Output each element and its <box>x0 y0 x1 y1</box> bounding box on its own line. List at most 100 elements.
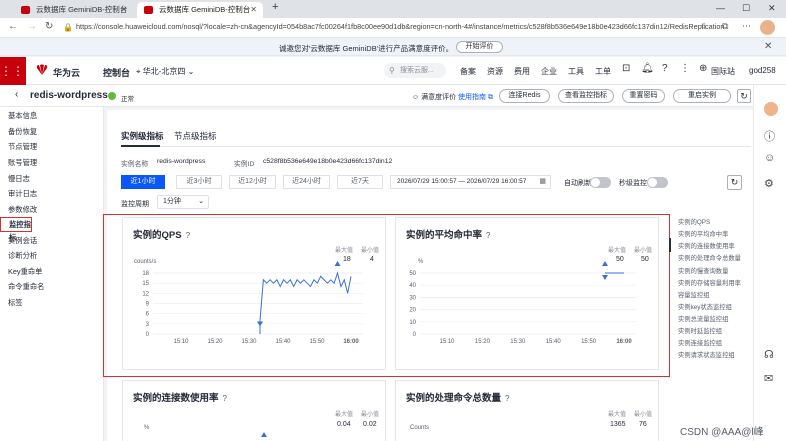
refresh-metrics-icon[interactable]: ↻ <box>727 175 742 190</box>
cloud-shell-icon[interactable]: ⊡ <box>622 63 630 74</box>
sidebar-item-diagnosis[interactable]: 诊断分析 <box>8 251 37 261</box>
sidebar-item-tags[interactable]: 标签 <box>8 298 23 308</box>
help-icon[interactable]: ? <box>223 394 227 403</box>
view-metrics-button[interactable]: 查看监控指标 <box>558 89 614 103</box>
auto-refresh-toggle[interactable] <box>590 177 611 188</box>
favorites-icon[interactable]: ☆ <box>700 21 708 32</box>
tab-node-metrics[interactable]: 节点级指标 <box>174 130 217 142</box>
console-link[interactable]: 控制台 <box>103 66 130 79</box>
instance-name-label: 实例名称 <box>121 161 149 168</box>
sidebar-item-monitoring[interactable]: 监控指标 <box>0 217 32 242</box>
range-7d-button[interactable]: 近7天 <box>337 175 383 189</box>
x-tick-label: 16:00 <box>343 339 359 345</box>
range-3h-button[interactable]: 近3小时 <box>176 175 222 189</box>
metric-nav-item[interactable]: 实例的平均命中率 <box>678 229 728 238</box>
region-selector[interactable]: ⌖ 华北-北京四 ⌄ <box>136 66 194 77</box>
sidebar-item-command-rename[interactable]: 命令重命名 <box>8 282 44 292</box>
range-24h-button[interactable]: 近24小时 <box>283 175 330 189</box>
search-input[interactable]: ⚲ 搜索云服... <box>384 63 446 78</box>
x-tick-label: 15:30 <box>241 339 257 345</box>
close-window-icon[interactable]: ✕ <box>768 3 776 14</box>
url-field[interactable]: https://console.huaweicloud.com/nosql/?l… <box>76 22 724 31</box>
date-range-picker[interactable]: 2026/07/29 15:00:57 — 2026/07/29 16:00:5… <box>390 175 551 189</box>
help-icon[interactable]: ? <box>662 63 668 74</box>
maximize-icon[interactable]: ☐ <box>742 3 750 14</box>
minimize-icon[interactable]: — <box>716 3 725 13</box>
menu-filing[interactable]: 备案 <box>460 66 476 77</box>
notice-text: 诚邀您对'云数据库 GeminiDB'进行产品满意度评价。 <box>279 44 454 53</box>
metric-nav-item[interactable]: 容量监控组 <box>678 290 709 299</box>
calendar-icon: ▦ <box>539 178 546 185</box>
restart-instance-button[interactable]: 重启实例 <box>673 89 731 103</box>
menu-tickets[interactable]: 工单 <box>595 66 611 77</box>
connect-redis-button[interactable]: 连接Redis <box>499 89 550 103</box>
sidebar-item-backup[interactable]: 备份恢复 <box>8 127 37 137</box>
menu-resources[interactable]: 资源 <box>487 66 503 77</box>
metric-nav-item[interactable]: 实例的连接数使用率 <box>678 241 735 250</box>
sidebar-item-nodes[interactable]: 节点管理 <box>8 142 37 152</box>
user-guide-link[interactable]: 使用指南 ⧉ <box>458 92 493 102</box>
metric-nav-item[interactable]: 实例的QPS <box>678 217 710 226</box>
more-menu-icon[interactable]: ⋮ <box>680 63 690 74</box>
back-arrow-icon[interactable]: ← <box>8 21 18 32</box>
menu-billing[interactable]: 费用 <box>514 66 530 77</box>
reload-icon[interactable]: ↻ <box>45 21 53 32</box>
metric-nav-item[interactable]: 实例key状态监控组 <box>678 302 732 311</box>
start-survey-button[interactable]: 开始评价 <box>456 41 503 53</box>
browser-tab[interactable]: 云数据库 GeminiDB-控制台 ✕ <box>14 2 133 18</box>
metric-nav-item[interactable]: 实例总流量监控组 <box>678 314 728 323</box>
service-grid-icon[interactable]: ⋮⋮⋮ <box>0 57 36 85</box>
x-tick-label: 15:20 <box>207 339 223 345</box>
period-select[interactable]: 1分钟 ⌄ <box>157 195 209 209</box>
profile-avatar[interactable] <box>760 20 775 35</box>
refresh-icon[interactable]: ↻ <box>737 89 751 103</box>
sidebar-item-accounts[interactable]: 账号管理 <box>8 158 37 168</box>
close-tab-icon[interactable]: ✕ <box>121 2 128 18</box>
headset-icon[interactable]: ☊ <box>764 348 774 361</box>
metric-nav-item[interactable]: 实例的处理命令总数量 <box>678 253 741 262</box>
sidebar-item-params[interactable]: 参数修改 <box>8 205 37 215</box>
metric-nav-item[interactable]: 实例的存储容量利用率 <box>678 278 741 287</box>
menu-tools[interactable]: 工具 <box>568 66 584 77</box>
sidebar-item-basic-info[interactable]: 基本信息 <box>8 111 37 121</box>
more-icon[interactable]: ⋯ <box>742 21 751 32</box>
metric-nav-item[interactable]: 实例连接监控组 <box>678 338 722 347</box>
y-tick-label: 0 <box>146 332 150 338</box>
browser-tab-active[interactable]: 云数据库 GeminiDB-控制台 ✕ <box>137 2 263 18</box>
username[interactable]: god258 <box>749 66 776 75</box>
menu-enterprise[interactable]: 企业 <box>541 66 557 77</box>
chat-icon[interactable]: ✉ <box>764 372 773 385</box>
metric-nav-item[interactable]: 实例的慢查询数量 <box>678 266 728 275</box>
sidebar-item-audit-log[interactable]: 审计日志 <box>8 189 37 199</box>
feedback-smile-icon[interactable]: ☺ <box>764 152 775 164</box>
range-12h-button[interactable]: 近12小时 <box>229 175 276 189</box>
help-circle-icon[interactable]: ⓘ <box>764 128 775 144</box>
range-1h-button[interactable]: 近1小时 <box>121 175 165 189</box>
forward-arrow-icon[interactable]: → <box>27 21 37 32</box>
globe-icon[interactable]: ⊕ <box>699 63 707 74</box>
language-link[interactable]: 国际站 <box>711 66 735 77</box>
second-monitor-toggle[interactable] <box>647 177 668 188</box>
tab-instance-metrics[interactable]: 实例级指标 <box>121 130 164 142</box>
notification-bell-icon[interactable]: 🔔︎ <box>641 63 654 74</box>
close-tab-icon[interactable]: ✕ <box>250 2 257 18</box>
metric-nav-item[interactable]: 实例时延监控组 <box>678 326 722 335</box>
sidebar-item-slow-log[interactable]: 慢日志 <box>8 174 30 184</box>
second-monitor-label: 秒级监控 <box>619 180 647 187</box>
settings-gear-icon[interactable]: ⚙ <box>764 177 774 190</box>
auto-refresh-label: 自动刷新 <box>564 180 592 187</box>
min-label: 最小值 <box>361 412 380 418</box>
collections-icon[interactable]: ⧉ <box>722 21 728 32</box>
sidebar-item-key-rename[interactable]: Key重命单 <box>8 267 42 277</box>
new-tab-button[interactable]: + <box>272 1 278 13</box>
metric-nav-item[interactable]: 实例请求状态监控组 <box>678 350 735 359</box>
survey-link[interactable]: ☺ 满意度评价 <box>412 92 456 102</box>
instance-status: 正常 <box>121 96 134 103</box>
assistant-avatar-icon[interactable] <box>764 102 778 116</box>
sidebar-item-sessions[interactable]: 实例会话 <box>8 236 37 246</box>
reset-password-button[interactable]: 重置密码 <box>622 89 665 103</box>
instance-id-value: c528f8b536e649e18b0e423d66fc137din12 <box>263 158 393 165</box>
back-chevron-icon[interactable]: ‹ <box>15 89 18 100</box>
close-notice-icon[interactable]: ✕ <box>764 41 772 52</box>
help-icon[interactable]: ? <box>505 394 509 403</box>
